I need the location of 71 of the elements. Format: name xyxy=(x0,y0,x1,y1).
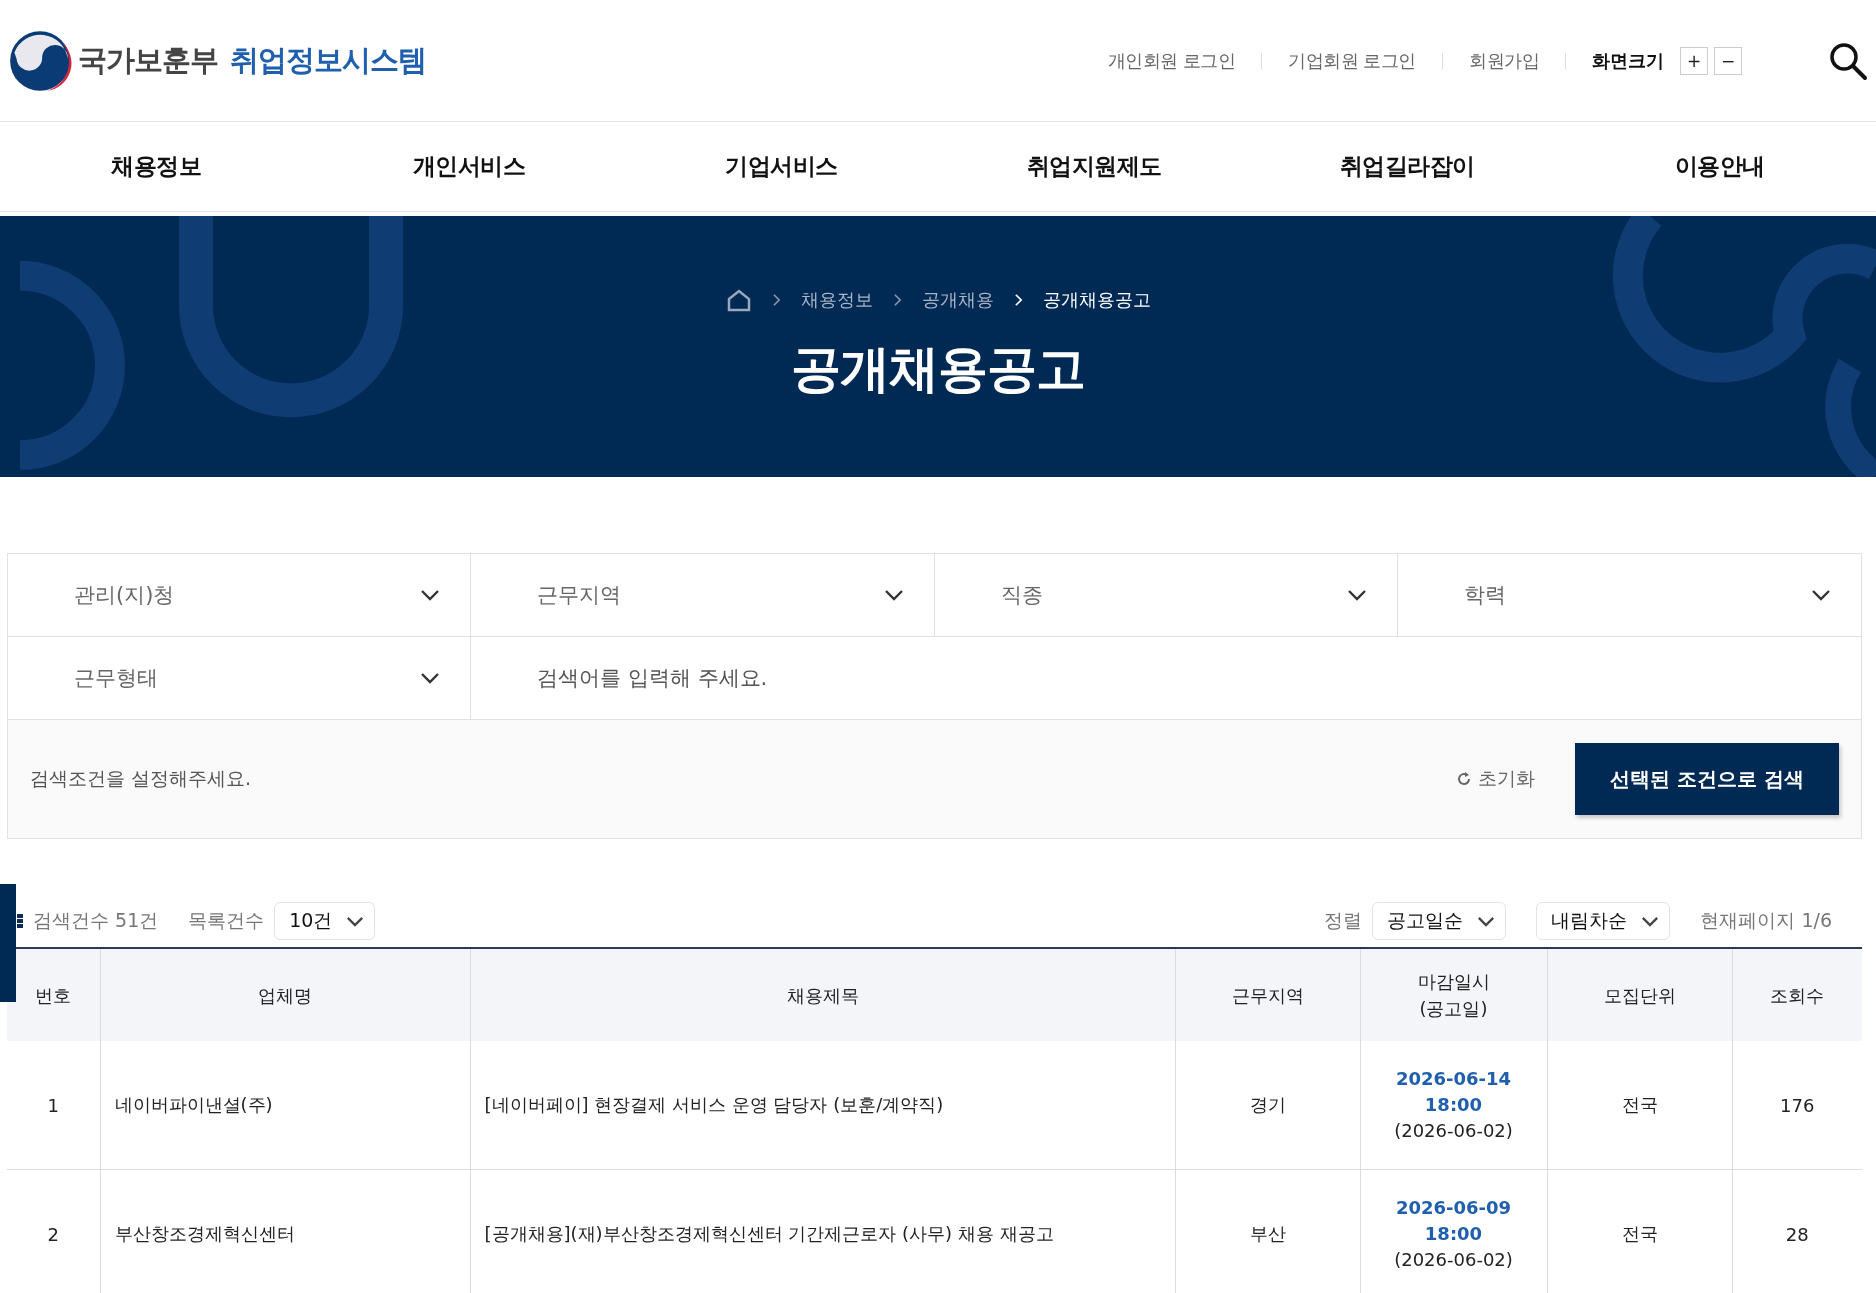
table-cell: 28 xyxy=(1732,1169,1862,1293)
page-size-select[interactable]: 10건 xyxy=(274,902,376,940)
chevron-down-icon xyxy=(420,589,441,601)
job-title-link[interactable]: [네이버페이] 현장결제 서비스 운영 담당자 (보훈/계약직) xyxy=(470,1041,1175,1170)
chevron-icon xyxy=(771,293,781,307)
nav-tab[interactable]: 이용안내 xyxy=(1563,122,1876,211)
reset-button[interactable]: 초기화 xyxy=(1450,765,1541,793)
page-size-label: 목록건수 xyxy=(188,908,265,933)
column-header: 조회수 xyxy=(1732,948,1862,1041)
posted-date: (2026-06-02) xyxy=(1393,1119,1514,1144)
zoom-out-button[interactable]: − xyxy=(1714,46,1742,75)
chevron-down-icon xyxy=(883,589,904,601)
table-cell: 전국 xyxy=(1547,1169,1732,1293)
nav-tab[interactable]: 개인서비스 xyxy=(312,122,626,211)
font-size-label: 화면크기 xyxy=(1592,48,1664,73)
logo-text: 국가보훈부 xyxy=(78,41,218,79)
nav-tab[interactable]: 취업지원제도 xyxy=(938,122,1251,211)
filter-select[interactable]: 근무지역 xyxy=(471,554,935,637)
table-cell: 경기 xyxy=(1175,1041,1360,1170)
table-cell: 2 xyxy=(7,1169,100,1293)
company-name[interactable]: 네이버파이낸셜(주) xyxy=(100,1041,470,1170)
chevron-down-icon xyxy=(1641,915,1660,927)
chevron-down-icon xyxy=(1811,589,1831,601)
page-indicator: 현재페이지 1/6 xyxy=(1700,908,1832,933)
deadline-text: 2026-06-14 18:00 xyxy=(1394,1066,1513,1117)
filter-select[interactable]: 직종 xyxy=(934,554,1398,637)
column-header: 채용제목 xyxy=(470,948,1175,1041)
breadcrumb-current: 공개채용공고 xyxy=(1042,288,1151,312)
chevron-icon xyxy=(1013,293,1023,307)
column-header: 마감일시 (공고일) xyxy=(1360,948,1547,1041)
page-title: 공개채용공고 xyxy=(791,339,1085,400)
sort-select[interactable]: 공고일순 xyxy=(1372,902,1507,940)
search-hint: 검색조건을 설정해주세요. xyxy=(30,766,253,791)
chevron-icon xyxy=(892,293,902,307)
breadcrumb-link[interactable]: 채용정보 xyxy=(800,288,873,312)
table-cell: 1 xyxy=(7,1041,100,1170)
result-count: 검색건수 51건 xyxy=(33,908,159,933)
search-icon[interactable] xyxy=(1828,40,1868,81)
column-header: 근무지역 xyxy=(1175,948,1360,1041)
filter-select[interactable]: 관리(지)청 xyxy=(8,554,472,637)
column-header: 모집단위 xyxy=(1547,948,1732,1041)
home-icon[interactable] xyxy=(725,288,752,312)
chevron-down-icon xyxy=(1346,589,1367,601)
header-link[interactable]: 기업회원 로그인 xyxy=(1288,48,1416,73)
job-title-link[interactable]: [공개채용](재)부산창조경제혁신센터 기간제근로자 (사무) 채용 재공고 xyxy=(470,1169,1175,1293)
order-select[interactable]: 내림차순 xyxy=(1536,902,1671,940)
search-button[interactable]: 선택된 조건으로 검색 xyxy=(1575,743,1839,815)
filter-select[interactable]: 근무형태 xyxy=(8,637,472,720)
chevron-down-icon xyxy=(420,672,441,684)
refresh-icon xyxy=(1456,771,1472,787)
emblem-icon xyxy=(8,28,72,93)
chevron-down-icon xyxy=(346,915,365,927)
posted-date: (2026-06-02) xyxy=(1393,1248,1514,1273)
column-header: 번호 xyxy=(7,948,100,1041)
table-cell: 전국 xyxy=(1547,1041,1732,1170)
column-header: 업체명 xyxy=(100,948,470,1041)
nav-tab[interactable]: 기업서비스 xyxy=(625,122,938,211)
company-name[interactable]: 부산창조경제혁신센터 xyxy=(100,1169,470,1293)
chevron-down-icon xyxy=(1477,915,1496,927)
breadcrumb-link[interactable]: 공개채용 xyxy=(921,288,994,312)
header-link[interactable]: 회원가입 xyxy=(1469,48,1539,73)
table-cell: 176 xyxy=(1732,1041,1862,1170)
table-cell: 부산 xyxy=(1175,1169,1360,1293)
logo-title: 취업정보시스템 xyxy=(230,41,426,79)
list-icon xyxy=(17,913,23,929)
nav-tab[interactable]: 채용정보 xyxy=(0,122,313,211)
deadline-text: 2026-06-09 18:00 xyxy=(1394,1195,1513,1246)
nav-tab[interactable]: 취업길라잡이 xyxy=(1250,122,1564,211)
sort-label: 정렬 xyxy=(1324,908,1363,933)
header-link[interactable]: 개인회원 로그인 xyxy=(1107,48,1236,73)
zoom-in-button[interactable]: + xyxy=(1680,46,1708,75)
